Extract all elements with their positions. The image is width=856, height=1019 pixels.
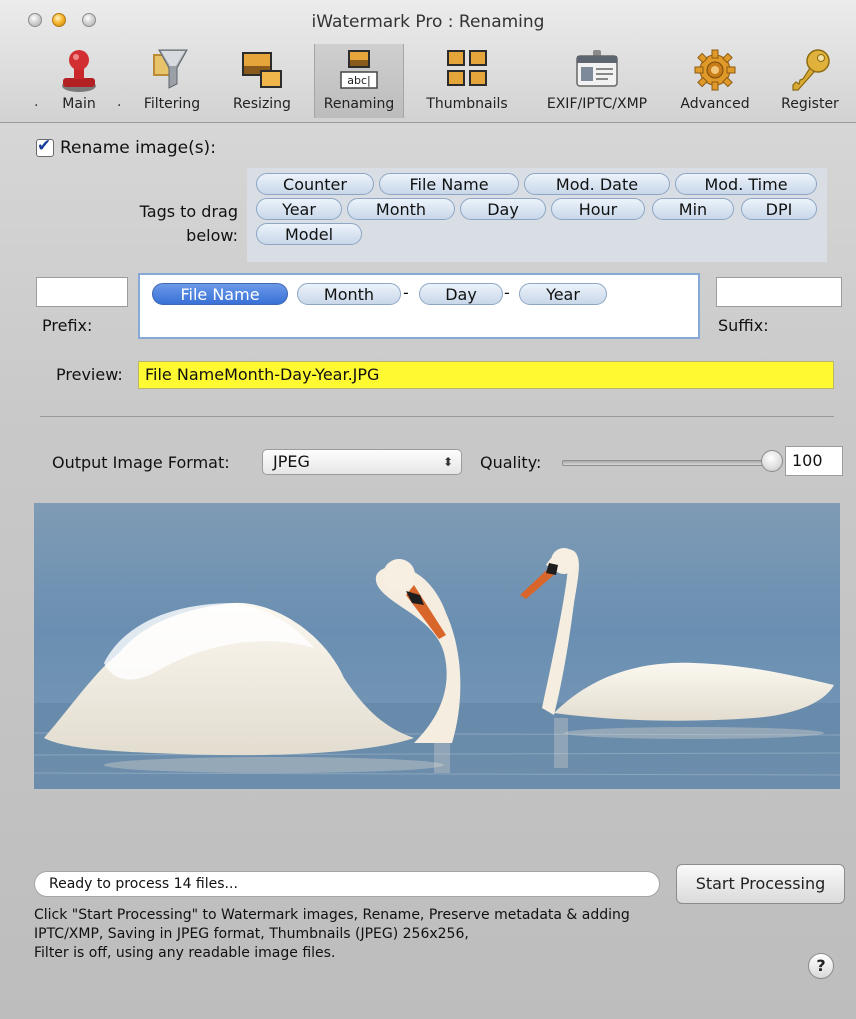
gear-icon (693, 48, 737, 96)
pattern-tag-month[interactable]: Month (297, 283, 401, 305)
window-title: iWatermark Pro : Renaming (311, 12, 545, 32)
tag-counter[interactable]: Counter (256, 173, 374, 195)
pattern-separator: - (504, 283, 510, 302)
rename-images-label: Rename image(s): (60, 138, 216, 158)
tab-register-label: Register (781, 96, 839, 112)
quality-label: Quality: (480, 453, 542, 472)
rename-images-checkbox[interactable] (36, 136, 54, 157)
help-button[interactable]: ? (808, 953, 834, 979)
tags-to-drag-label: Tags to drag below: (110, 200, 238, 248)
thumbnails-icon (445, 48, 489, 96)
info-text: Click "Start Processing" to Watermark im… (34, 906, 734, 963)
tab-exif-label: EXIF/IPTC/XMP (546, 96, 648, 112)
tab-filtering-label: Filtering (143, 96, 201, 112)
output-format-select[interactable]: JPEG ⬍ (262, 449, 462, 475)
image-preview (34, 503, 840, 789)
divider (40, 416, 834, 417)
pattern-tag-year[interactable]: Year (519, 283, 607, 305)
status-field: Ready to process 14 files... (34, 871, 660, 897)
toolbar-separator-dot: . (117, 94, 122, 110)
toolbar: iWatermark Pro : Renaming . . Main Filte… (0, 0, 856, 123)
preview-value: File NameMonth-Day-Year.JPG (138, 361, 834, 389)
prefix-label: Prefix: (42, 316, 93, 335)
tab-thumbnails-label: Thumbnails (426, 96, 508, 112)
tag-year[interactable]: Year (256, 198, 342, 220)
tab-resizing[interactable]: Resizing (224, 44, 300, 118)
resize-icon (240, 48, 284, 96)
tag-model[interactable]: Model (256, 223, 362, 245)
pattern-tag-file-name[interactable]: File Name (152, 283, 288, 305)
rename-icon: abc| (339, 48, 379, 96)
pattern-tag-day[interactable]: Day (419, 283, 503, 305)
funnel-icon (151, 48, 193, 96)
app-window: iWatermark Pro : Renaming . . Main Filte… (0, 0, 856, 1019)
quality-slider-knob[interactable] (761, 450, 783, 472)
tag-min[interactable]: Min (652, 198, 734, 220)
key-icon (788, 48, 832, 98)
quality-slider[interactable] (562, 460, 774, 466)
info-line-2: IPTC/XMP, Saving in JPEG format, Thumbna… (34, 926, 469, 942)
tab-resizing-label: Resizing (233, 96, 291, 112)
tab-renaming[interactable]: abc| Renaming (314, 44, 404, 118)
tab-renaming-label: Renaming (323, 96, 395, 112)
tag-hour[interactable]: Hour (551, 198, 645, 220)
tab-exif-iptc-xmp[interactable]: EXIF/IPTC/XMP (532, 44, 662, 118)
stamp-icon (59, 48, 99, 98)
info-line-1: Click "Start Processing" to Watermark im… (34, 907, 630, 923)
tag-file-name[interactable]: File Name (379, 173, 519, 195)
rename-images-toggle[interactable]: Rename image(s): (36, 136, 216, 158)
toolbar-separator-dot: . (34, 94, 39, 110)
preview-label: Preview: (56, 365, 123, 384)
tag-mod-time[interactable]: Mod. Time (675, 173, 817, 195)
tags-palette: Counter File Name Mod. Date Mod. Time Ye… (247, 168, 827, 262)
pattern-separator: - (403, 283, 409, 302)
prefix-input[interactable] (36, 277, 128, 307)
tab-advanced-label: Advanced (680, 96, 750, 112)
rename-pattern-dropzone[interactable]: File Name Month Day Year (138, 273, 700, 339)
suffix-input[interactable] (716, 277, 842, 307)
suffix-label: Suffix: (718, 316, 769, 335)
tab-thumbnails[interactable]: Thumbnails (418, 44, 516, 118)
tag-day[interactable]: Day (460, 198, 546, 220)
chevron-updown-icon: ⬍ (442, 455, 453, 469)
tags-label-line2: below: (186, 226, 238, 245)
info-line-3: Filter is off, using any readable image … (34, 945, 336, 961)
tag-month[interactable]: Month (347, 198, 455, 220)
output-format-label: Output Image Format: (52, 453, 230, 472)
tab-main-label: Main (62, 96, 96, 112)
quality-input[interactable]: 100 (785, 446, 843, 476)
tag-mod-date[interactable]: Mod. Date (524, 173, 670, 195)
output-format-value: JPEG (273, 452, 310, 471)
tab-filtering[interactable]: Filtering (134, 44, 210, 118)
tab-register[interactable]: Register (770, 44, 850, 118)
tag-dpi[interactable]: DPI (741, 198, 817, 220)
svg-text:abc|: abc| (347, 74, 370, 87)
start-processing-button[interactable]: Start Processing (676, 864, 845, 904)
id-card-icon (574, 48, 620, 96)
tags-label-line1: Tags to drag (139, 202, 238, 221)
tab-advanced[interactable]: Advanced (672, 44, 758, 118)
tab-main[interactable]: Main (44, 44, 114, 118)
